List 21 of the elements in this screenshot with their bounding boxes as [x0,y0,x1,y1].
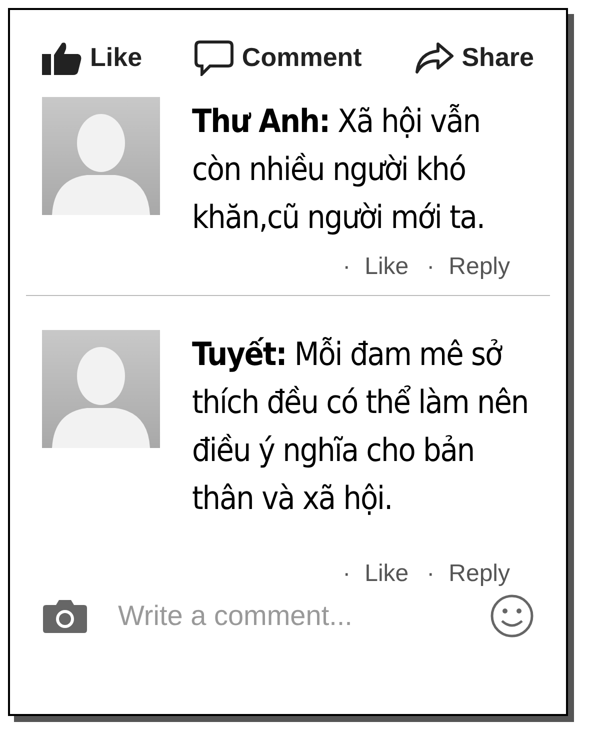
speech-bubble-icon [194,40,234,76]
separator-dot: · [342,559,351,589]
comment-link[interactable]: Like [364,556,409,592]
separator-dot: · [342,252,351,282]
avatar-placeholder-icon [42,97,160,215]
comment-link[interactable]: Like [364,249,409,285]
action-button[interactable]: Share [414,38,534,77]
smiley-icon[interactable] [490,594,534,638]
separator-dot: · [426,252,435,282]
camera-icon[interactable] [42,599,88,633]
action-button[interactable]: Like [42,38,142,77]
comment-text: Thư Anh: Xã hội vẫn còn nhiều người khó khăn,cũ người mới ta. [192,101,486,238]
action-button[interactable]: Comment [194,38,362,77]
comment-link[interactable]: Reply [448,249,510,285]
share-arrow-icon [414,40,454,74]
comment-field[interactable]: Write a comment... [118,595,460,637]
thumbs-up-icon [42,40,82,74]
avatar-placeholder-icon [42,330,160,448]
separator-dot: · [426,559,435,589]
comment-link[interactable]: Reply [448,556,510,592]
comment-text: Tuyết: Mỗi đam mê sở thích đều có thể làm nên điều ý nghĩa cho bản thân và xã hội. [192,334,530,519]
